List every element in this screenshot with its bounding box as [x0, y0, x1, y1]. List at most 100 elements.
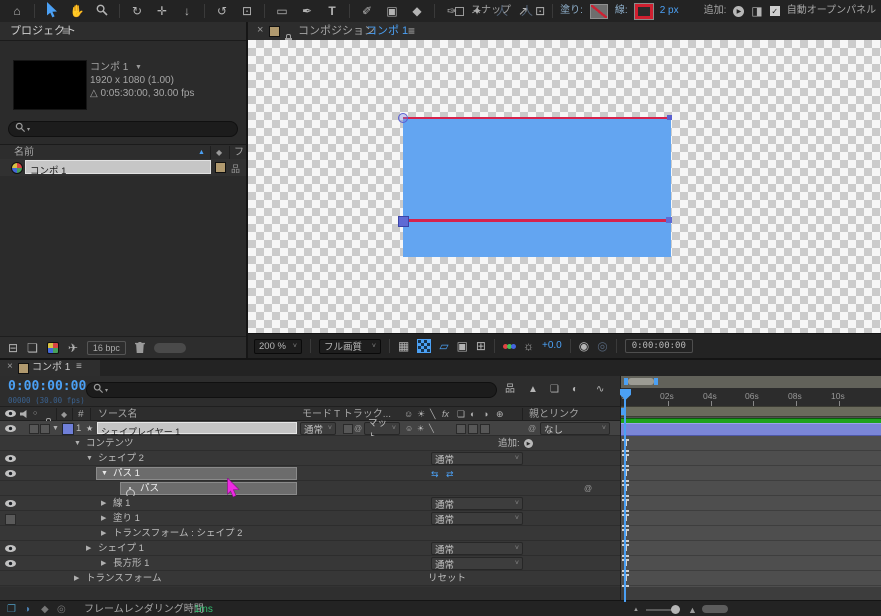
blend-mode-dropdown[interactable]: 通常 ˅ — [431, 557, 523, 571]
timeline-tab-label[interactable]: コンポ 1 — [32, 363, 70, 373]
draft-3d-icon[interactable]: ▲ — [528, 385, 538, 395]
switch-cell[interactable] — [480, 424, 490, 434]
folder-icon[interactable]: ❏ — [27, 342, 38, 354]
trash-icon[interactable] — [134, 342, 145, 353]
shape-rectangle[interactable] — [403, 117, 671, 257]
render-time-icon[interactable]: ◎ — [57, 604, 66, 615]
close-icon[interactable]: × — [257, 25, 263, 36]
blend-mode-dropdown[interactable]: 通常 ˅ — [431, 452, 523, 466]
video-column-icon[interactable] — [5, 410, 16, 417]
property-name[interactable]: シェイプ 1 — [98, 544, 144, 554]
text-tool-icon[interactable]: T — [324, 5, 340, 17]
camera-tool-icon[interactable]: ⊡ — [239, 5, 255, 17]
sort-ascending-icon[interactable]: ▲ — [198, 149, 205, 156]
stroke-width-value[interactable]: 2 px — [660, 6, 679, 16]
panel-toggle-icon[interactable]: ◨ — [751, 5, 762, 17]
timeline-divider[interactable] — [620, 376, 621, 602]
property-group-row[interactable]: ▼ コンテンツ 追加: ▶ — [0, 436, 620, 451]
source-name-column-header[interactable]: ソース名 — [98, 410, 138, 420]
zoom-tool-icon[interactable] — [94, 3, 110, 21]
snap-angle-icon[interactable]: ↗ — [518, 5, 528, 17]
hand-tool-icon[interactable]: ✋ — [69, 5, 85, 17]
search-options-chevron[interactable]: ▾ — [105, 387, 108, 394]
zoom-in-icon[interactable]: ▲ — [688, 605, 697, 615]
close-icon[interactable]: × — [7, 362, 13, 372]
fx-icon[interactable]: fx — [442, 409, 449, 419]
property-name[interactable]: コンテンツ — [86, 439, 134, 449]
type-column-header[interactable]: フ — [234, 148, 244, 158]
auto-open-checkbox[interactable]: ✓ — [769, 6, 780, 16]
panel-menu-icon[interactable]: ≡ — [62, 25, 69, 37]
chevron-right-icon[interactable]: ▶ — [101, 560, 106, 567]
flowchart-icon[interactable]: 品 — [231, 162, 240, 175]
time-navigator[interactable] — [621, 376, 881, 388]
home-icon[interactable]: ⌂ — [9, 5, 25, 17]
add-shape-button[interactable]: ▶ — [733, 5, 745, 17]
snap-checkbox[interactable] — [455, 6, 464, 16]
zoom-slider-knob[interactable] — [671, 605, 680, 614]
panel-menu-icon[interactable]: ≡ — [408, 25, 415, 37]
fill-swatch[interactable] — [589, 3, 608, 19]
property-group-row[interactable]: ▶ トランスフォーム : シェイプ 2 — [0, 526, 620, 541]
property-group-row[interactable]: ▶ トランスフォーム リセット — [0, 571, 620, 586]
interpret-footage-icon[interactable]: ✈ — [68, 342, 78, 354]
vertex-handle[interactable] — [398, 216, 409, 227]
layer-row[interactable]: ▼ 1 ★ シェイプレイヤー 1 通常˅ @ マット˅ ☺ ☀ ╲ @ なし˅ — [0, 418, 620, 443]
3d-layer-icon[interactable]: ⊕ — [496, 409, 504, 420]
eye-toggle-off[interactable] — [5, 514, 16, 525]
layer-name-box[interactable]: シェイプレイヤー 1 — [97, 422, 297, 437]
chevron-down-icon[interactable]: ▼ — [52, 425, 59, 432]
number-column-header[interactable]: # — [78, 410, 84, 420]
property-group-row[interactable]: ▶ 長方形 1 通常 ˅ — [0, 556, 620, 571]
property-group-row[interactable]: ▶ 塗り 1 通常 ˅ — [0, 511, 620, 526]
pickwhip-icon[interactable]: @ — [584, 484, 592, 493]
property-name[interactable]: パス — [140, 484, 159, 494]
exposure-icon[interactable]: ☼ — [523, 340, 534, 352]
mask-visibility-icon[interactable]: ▱ — [439, 340, 448, 352]
property-group-row-selected[interactable]: ▼ パス 1 ⇆ ⇄ — [0, 466, 620, 481]
switch-cell[interactable] — [468, 424, 478, 434]
chevron-right-icon[interactable]: ▶ — [101, 500, 106, 507]
blend-mode-dropdown[interactable]: 通常 ˅ — [300, 422, 336, 436]
property-name[interactable]: トランスフォーム — [86, 574, 162, 584]
inout-pane-icon[interactable]: ◆ — [41, 604, 49, 615]
vertex-handle[interactable] — [667, 115, 672, 120]
motion-blur-column-icon[interactable]: ◐ — [470, 409, 475, 419]
track-area[interactable] — [621, 406, 881, 602]
property-group-row[interactable]: ▼ シェイプ 2 通常 ˅ — [0, 451, 620, 466]
adjustment-layer-icon[interactable]: ◑ — [483, 409, 488, 419]
audio-column-icon[interactable] — [20, 410, 27, 418]
transparency-grid-icon[interactable] — [417, 339, 432, 353]
layer-duration-bar[interactable] — [621, 423, 881, 436]
exposure-value[interactable]: +0.0 — [542, 341, 562, 351]
grid-options-icon[interactable]: ▦ — [398, 340, 409, 352]
property-name[interactable]: パス 1 — [113, 469, 140, 479]
quality-icon[interactable]: ╲ — [430, 409, 435, 420]
frame-blend-column-icon[interactable]: ❏ — [457, 409, 465, 420]
navigator-handle[interactable] — [624, 378, 628, 385]
chevron-right-icon[interactable]: ▶ — [86, 545, 91, 552]
label-column-icon[interactable]: ◆ — [61, 410, 67, 419]
selection-tool-icon[interactable] — [44, 1, 60, 23]
reset-link[interactable]: リセット — [428, 574, 466, 584]
eraser-tool-icon[interactable]: ◆ — [409, 5, 425, 17]
eye-icon[interactable] — [5, 500, 16, 507]
graph-editor-icon[interactable]: ∿ — [596, 385, 604, 395]
solo-toggle[interactable] — [29, 424, 39, 434]
parent-dropdown[interactable]: なし ˅ — [540, 422, 610, 436]
mode-column-header[interactable]: モード — [302, 410, 332, 420]
rectangle-tool-icon[interactable]: ▭ — [274, 5, 290, 17]
property-name[interactable]: トランスフォーム : シェイプ 2 — [113, 529, 242, 539]
collapse-toggle-icon[interactable]: ☀ — [417, 424, 424, 433]
chevron-right-icon[interactable]: ▶ — [101, 530, 106, 537]
composition-region-icon[interactable]: ⊞ — [476, 340, 486, 352]
lock-toggle[interactable] — [40, 424, 50, 434]
switch-cell[interactable] — [456, 424, 466, 434]
channel-icon[interactable] — [502, 343, 516, 349]
dolly-camera-tool-icon[interactable]: ↓ — [179, 5, 195, 17]
bpc-button[interactable]: 16 bpc — [86, 340, 126, 355]
frame-blend-icon[interactable]: ❏ — [550, 385, 559, 395]
work-area-bar[interactable] — [621, 406, 881, 417]
chevron-down-icon[interactable]: ▼ — [74, 440, 81, 447]
new-composition-icon[interactable] — [46, 341, 59, 354]
